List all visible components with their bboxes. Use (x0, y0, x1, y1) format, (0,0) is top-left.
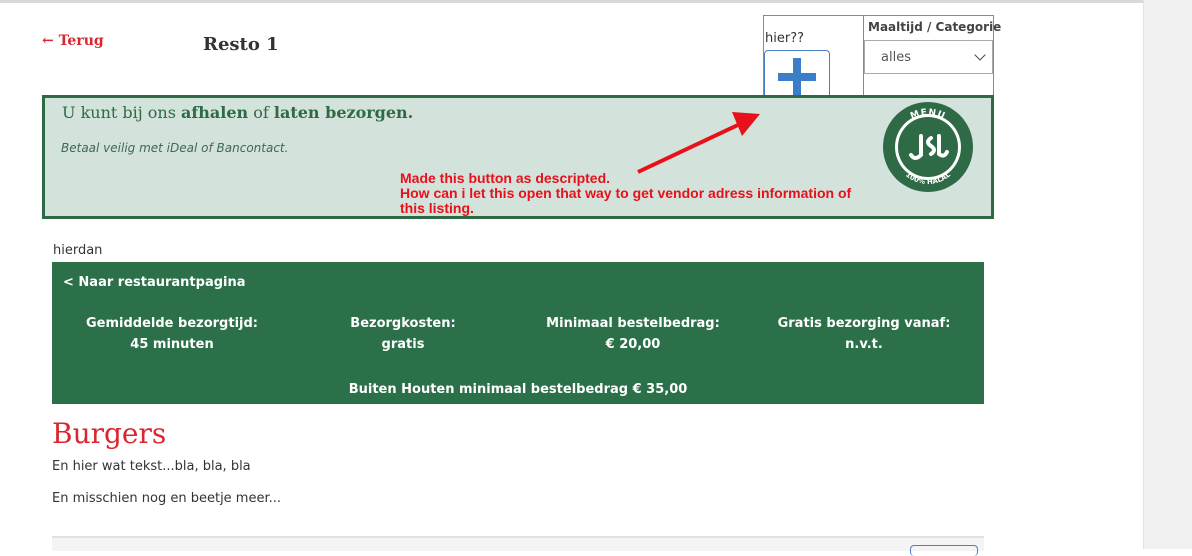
page-title: Resto 1 (203, 34, 279, 55)
stat-delivery-cost: Bezorgkosten: gratis (350, 316, 456, 352)
category-heading: Burgers (52, 417, 167, 450)
hier-label: hier?? (765, 31, 804, 46)
annotation-text: Made this button as descripted. How can … (400, 170, 852, 216)
category-filter-label: Maaltijd / Categorie (868, 20, 1002, 34)
restaurant-info-panel: < Naar restaurantpagina Gemiddelde bezor… (52, 262, 984, 404)
chevron-down-icon (974, 49, 986, 61)
annotation-arrow (637, 112, 760, 174)
banner-headline: U kunt bij ons afhalen of laten bezorgen… (62, 103, 414, 122)
banner-subtext: Betaal veilig met iDeal of Bancontact. (61, 141, 289, 155)
hierdan-label: hierdan (53, 243, 103, 258)
plus-icon (778, 58, 816, 96)
stat-minimum-order: Minimaal bestelbedrag: € 20,00 (546, 316, 720, 352)
category-select-value: alles (881, 49, 911, 65)
category-description: En hier wat tekst...bla, bla, bla (52, 459, 251, 474)
stat-free-delivery: Gratis bezorging vanaf: n.v.t. (777, 316, 951, 352)
product-add-button[interactable] (910, 545, 978, 556)
outside-area-note: Buiten Houten minimaal bestelbedrag € 35… (348, 382, 688, 397)
back-link[interactable]: ← Terug (42, 33, 104, 49)
category-description-extra: En misschien nog en beetje meer... (52, 491, 282, 506)
stat-delivery-time: Gemiddelde bezorgtijd: 45 minuten (86, 316, 258, 352)
back-to-restaurant-link[interactable]: < Naar restaurantpagina (63, 275, 246, 290)
category-select[interactable]: alles (864, 40, 993, 74)
top-divider (0, 0, 1143, 3)
scrollbar[interactable] (1143, 0, 1192, 549)
